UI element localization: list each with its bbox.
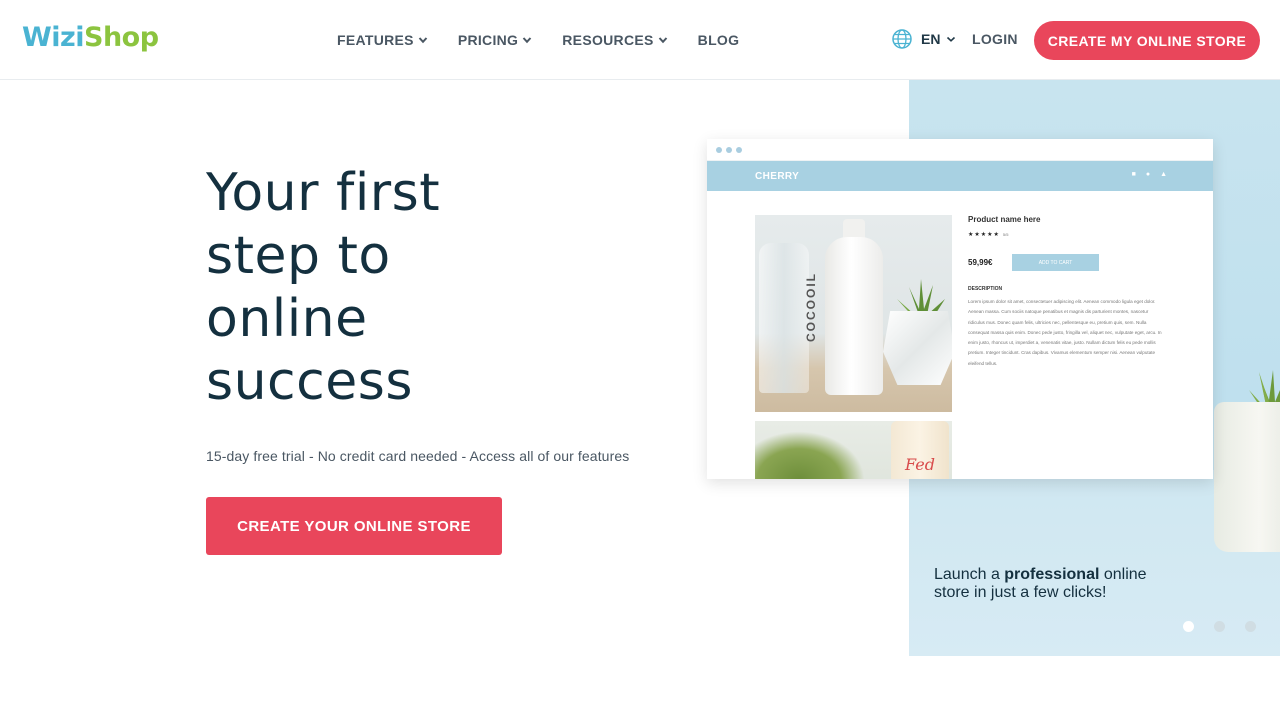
nav-pricing[interactable]: PRICING [458,30,532,50]
carousel-dot-3[interactable] [1245,621,1256,632]
create-store-main-button[interactable]: CREATE YOUR ONLINE STORE [206,497,502,555]
window-dot [726,147,732,153]
create-store-header-button[interactable]: CREATE MY ONLINE STORE [1034,21,1260,60]
nav-pricing-label: PRICING [457,32,519,48]
language-label: EN [921,31,941,47]
nav-features-label: FEATURES [337,32,414,48]
product-rating: ★★★★★ 5/5 [968,231,1008,238]
logo-part-shop: Shop [84,22,159,53]
showcase-caption: Launch a professional online store in ju… [934,566,1184,602]
mockup-brand: CHERRY [755,171,800,182]
globe-icon [891,28,913,50]
jar-label: Fed [905,455,935,474]
mockup-browser-bar [707,139,1213,161]
carousel-dots [1183,621,1276,632]
window-dot [716,147,722,153]
window-dot [736,147,742,153]
language-selector[interactable]: EN [891,28,956,50]
jar-illustration [1214,402,1280,552]
chevron-down-icon [658,35,668,45]
caption-bold: professional [1004,566,1100,583]
hero-subtitle: 15-day free trial - No credit card neede… [206,448,630,464]
chevron-down-icon [522,35,532,45]
nav-resources-label: RESOURCES [562,32,654,48]
flag-icon: ■ [1131,171,1136,178]
chevron-down-icon [418,35,428,45]
nav-blog-label: BLOG [697,32,740,48]
geometric-pot [883,311,952,385]
glass-bottle [759,243,809,393]
login-link[interactable]: LOGIN [972,31,1018,47]
chevron-down-icon [946,31,956,47]
white-bottle [825,237,883,395]
description-text: Lorem ipsum dolor sit amet, consectetuer… [968,299,1162,366]
product-name: Product name here [968,215,1041,224]
product-image: COCOOIL [755,215,952,412]
carousel-dot-2[interactable] [1214,621,1225,632]
hero-title-line: online [206,289,368,349]
nav-blog[interactable]: BLOG [698,30,740,50]
hero-title-line: Your first [206,163,441,223]
mockup-store-nav: CHERRY ■ ● ▲ [707,161,1213,191]
main-nav: FEATURES PRICING RESOURCES BLOG [337,30,769,50]
mockup-nav-icons: ■ ● ▲ [1132,171,1167,178]
cart-icon: ▲ [1160,171,1167,178]
wizishop-logo[interactable]: WiziShop [22,20,159,56]
nav-features[interactable]: FEATURES [337,30,428,50]
product-price: 59,99€ [968,258,993,267]
hero-title-line: success [206,352,413,412]
caption-pre: Launch a [934,566,1005,583]
leaf-illustration [755,431,865,479]
logo-part-wizi: Wizi [22,22,85,53]
rating-value: 5/5 [1002,232,1009,237]
hero-title: Your first step to online success [206,162,536,414]
user-icon: ● [1145,171,1151,178]
labelled-jar: Fed [891,421,949,479]
hero-title-line: step to [206,226,391,286]
site-header: WiziShop FEATURES PRICING RESOURCES BLOG… [0,0,1280,80]
bottle-label: COCOOIL [804,272,818,342]
nav-resources[interactable]: RESOURCES [562,30,667,50]
product-image-secondary: Fed [755,421,952,479]
store-mockup: CHERRY ■ ● ▲ COCOOIL Fed Product name he… [707,139,1213,479]
description-heading: DESCRIPTION [968,286,1003,292]
add-to-cart-button: ADD TO CART [1012,254,1099,271]
rating-stars: ★★★★★ [968,232,1000,238]
carousel-dot-1[interactable] [1183,621,1194,632]
